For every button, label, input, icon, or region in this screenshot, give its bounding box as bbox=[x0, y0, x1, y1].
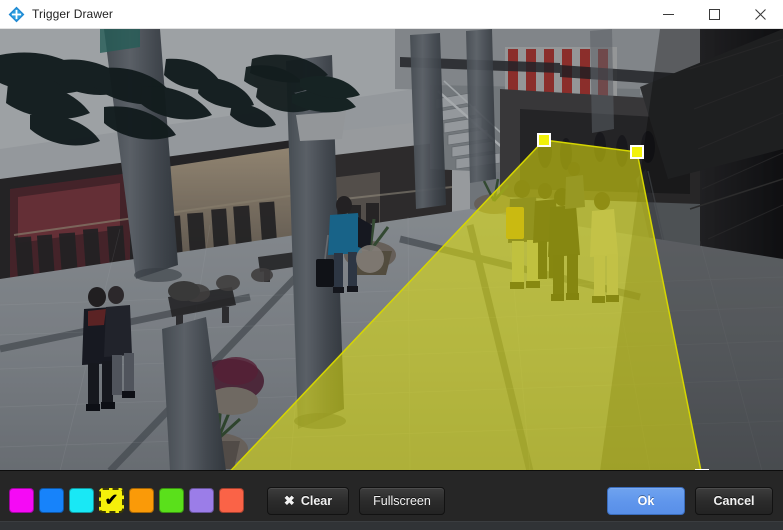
color-swatch-blue[interactable]: ✔ bbox=[39, 488, 64, 513]
color-swatch-purple[interactable]: ✔ bbox=[189, 488, 214, 513]
window-controls bbox=[645, 0, 783, 28]
window-title: Trigger Drawer bbox=[32, 7, 113, 21]
trigger-drawer-window: Trigger Drawer ✔ ✖ Clear Fullscreen Ok C… bbox=[0, 0, 783, 530]
color-palette: ✔✔✔✔✔✔✔✔ bbox=[9, 488, 244, 513]
color-swatch-cyan[interactable]: ✔ bbox=[69, 488, 94, 513]
check-icon: ✔ bbox=[104, 491, 119, 509]
minimize-button[interactable] bbox=[645, 0, 691, 28]
ok-button[interactable]: Ok bbox=[607, 486, 685, 515]
color-swatch-magenta[interactable]: ✔ bbox=[9, 488, 34, 513]
clear-button[interactable]: ✖ Clear bbox=[267, 486, 349, 515]
close-x-icon: ✖ bbox=[283, 493, 295, 508]
color-swatch-green[interactable]: ✔ bbox=[159, 488, 184, 513]
close-button[interactable] bbox=[737, 0, 783, 28]
ok-button-label: Ok bbox=[637, 493, 655, 508]
camera-frame bbox=[0, 29, 783, 470]
color-swatch-yellow[interactable]: ✔ bbox=[99, 488, 124, 513]
cancel-button-label: Cancel bbox=[713, 493, 755, 508]
fullscreen-button-label: Fullscreen bbox=[373, 493, 431, 508]
camera-viewport[interactable] bbox=[0, 29, 783, 470]
clear-button-label: Clear bbox=[300, 493, 333, 508]
color-swatch-orange[interactable]: ✔ bbox=[129, 488, 154, 513]
bottom-toolbar: ✔✔✔✔✔✔✔✔ ✖ Clear Fullscreen Ok Cancel bbox=[0, 470, 783, 530]
maximize-button[interactable] bbox=[691, 0, 737, 28]
color-swatch-red[interactable]: ✔ bbox=[219, 488, 244, 513]
mall-scene bbox=[0, 29, 783, 470]
maximize-icon bbox=[708, 8, 720, 20]
cancel-button[interactable]: Cancel bbox=[695, 486, 773, 515]
move-diamond-icon bbox=[8, 6, 25, 22]
minimize-icon bbox=[662, 13, 674, 15]
fullscreen-button[interactable]: Fullscreen bbox=[359, 486, 445, 515]
close-icon bbox=[754, 8, 766, 20]
title-bar[interactable]: Trigger Drawer bbox=[0, 0, 783, 29]
